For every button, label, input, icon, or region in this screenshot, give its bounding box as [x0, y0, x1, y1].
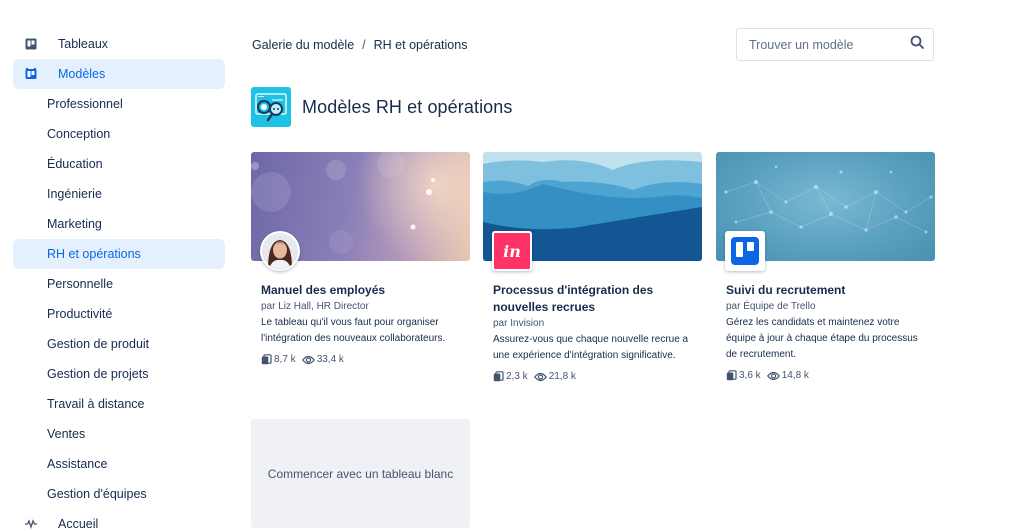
blank-board-button[interactable]: Commencer avec un tableau blanc: [251, 419, 470, 528]
copies-count: 8,7 k: [274, 354, 296, 365]
search-input[interactable]: [749, 37, 910, 52]
copies-count: 3,6 k: [739, 370, 761, 381]
template-card[interactable]: in Processus d'intégration des nouvelles…: [483, 152, 702, 382]
sidebar-item-assistance[interactable]: Assistance: [13, 449, 225, 479]
card-stats: 3,6 k 14,8 k: [726, 370, 929, 381]
sidebar-item-gestion-equipes[interactable]: Gestion d'équipes: [13, 479, 225, 509]
sidebar-item-conception[interactable]: Conception: [13, 119, 225, 149]
sidebar-item-label: Gestion de projets: [47, 367, 149, 381]
sidebar-item-tableaux[interactable]: Tableaux: [13, 29, 225, 59]
sidebar-item-label: Professionnel: [47, 97, 123, 111]
card-body: Processus d'intégration des nouvelles re…: [483, 282, 702, 382]
card-title[interactable]: Processus d'intégration des nouvelles re…: [493, 282, 696, 316]
sidebar-item-marketing[interactable]: Marketing: [13, 209, 225, 239]
sidebar-item-gestion-produit[interactable]: Gestion de produit: [13, 329, 225, 359]
eye-icon: [766, 371, 780, 380]
breadcrumb-separator: /: [362, 38, 366, 52]
views-count: 14,8 k: [781, 370, 809, 381]
breadcrumb: Galerie du modèle / RH et opérations: [252, 38, 467, 52]
sidebar-item-professionnel[interactable]: Professionnel: [13, 89, 225, 119]
invision-logo: in: [492, 231, 532, 271]
card-title[interactable]: Manuel des employés: [261, 282, 464, 299]
sidebar-item-ventes[interactable]: Ventes: [13, 419, 225, 449]
author-avatar: [260, 231, 300, 271]
views-count: 33,4 k: [316, 354, 344, 365]
card-stats: 2,3 k 21,8 k: [493, 371, 696, 382]
sidebar-item-accueil[interactable]: Accueil: [13, 509, 225, 532]
blank-board-label: Commencer avec un tableau blanc: [267, 466, 454, 481]
sidebar-item-gestion-projets[interactable]: Gestion de projets: [13, 359, 225, 389]
sidebar-item-label: Modèles: [58, 67, 106, 81]
page-heading: Modèles RH et opérations: [251, 87, 513, 127]
sidebar-item-travail-distance[interactable]: Travail à distance: [13, 389, 225, 419]
copy-icon: [493, 371, 504, 382]
page-title: Modèles RH et opérations: [302, 96, 513, 117]
sidebar-item-label: Travail à distance: [47, 397, 145, 411]
sidebar-item-label: Personnelle: [47, 277, 114, 291]
breadcrumb-gallery-link[interactable]: Galerie du modèle: [252, 38, 354, 52]
search-icon[interactable]: [910, 35, 924, 54]
sidebar-item-label: Marketing: [47, 217, 102, 231]
sidebar-item-productivite[interactable]: Productivité: [13, 299, 225, 329]
sidebar-item-rh-operations[interactable]: RH et opérations: [13, 239, 225, 269]
template-card[interactable]: Manuel des employés par Liz Hall, HR Dir…: [251, 152, 470, 365]
template-icon: [25, 68, 37, 80]
sidebar-item-label: Éducation: [47, 157, 103, 171]
sidebar-item-modeles[interactable]: Modèles: [13, 59, 225, 89]
eye-icon: [533, 372, 547, 381]
copy-icon: [261, 354, 272, 365]
template-card[interactable]: Suivi du recrutement par Équipe de Trell…: [716, 152, 935, 381]
copy-icon: [726, 370, 737, 381]
card-description: Assurez-vous que chaque nouvelle recrue …: [493, 334, 689, 361]
sidebar: Tableaux Modèles Professionnel Conceptio…: [13, 29, 225, 532]
invision-logo-text: in: [503, 241, 521, 261]
card-body: Manuel des employés par Liz Hall, HR Dir…: [251, 282, 470, 365]
sidebar-item-label: Assistance: [47, 457, 108, 471]
search-box: [736, 28, 934, 61]
sidebar-item-education[interactable]: Éducation: [13, 149, 225, 179]
card-author: par Invision: [493, 318, 545, 329]
sidebar-item-label: Productivité: [47, 307, 113, 321]
card-body: Suivi du recrutement par Équipe de Trell…: [716, 282, 935, 381]
card-title[interactable]: Suivi du recrutement: [726, 282, 929, 299]
activity-icon: [25, 518, 37, 530]
sidebar-item-label: Conception: [47, 127, 111, 141]
sidebar-item-label: Tableaux: [58, 37, 109, 51]
copies-count: 2,3 k: [506, 371, 528, 382]
sidebar-item-label: Gestion d'équipes: [47, 487, 147, 501]
sidebar-item-label: Ingénierie: [47, 187, 102, 201]
sidebar-item-label: Gestion de produit: [47, 337, 150, 351]
hr-operations-icon: [251, 87, 291, 127]
card-stats: 8,7 k 33,4 k: [261, 354, 464, 365]
eye-icon: [301, 355, 315, 364]
sidebar-item-label: RH et opérations: [47, 247, 141, 261]
sidebar-item-personnelle[interactable]: Personnelle: [13, 269, 225, 299]
sidebar-item-label: Accueil: [58, 517, 99, 531]
trello-logo: [725, 231, 765, 271]
card-author: par Liz Hall, HR Director: [261, 301, 369, 312]
views-count: 21,8 k: [548, 371, 576, 382]
board-icon: [25, 38, 37, 50]
card-description: Gérez les candidats et maintenez votre é…: [726, 317, 918, 360]
card-author: par Équipe de Trello: [726, 301, 816, 312]
sidebar-item-label: Ventes: [47, 427, 86, 441]
card-description: Le tableau qu'il vous faut pour organise…: [261, 317, 446, 344]
sidebar-item-ingenierie[interactable]: Ingénierie: [13, 179, 225, 209]
breadcrumb-current: RH et opérations: [373, 38, 468, 52]
